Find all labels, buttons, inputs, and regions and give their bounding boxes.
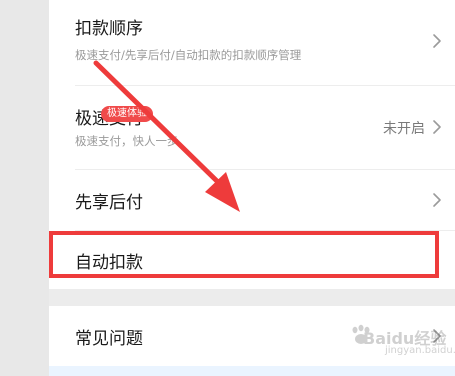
baidu-watermark: Baidu经验 jingyan.baidu.com (349, 320, 455, 360)
watermark-url: jingyan.baidu.com (385, 345, 455, 356)
